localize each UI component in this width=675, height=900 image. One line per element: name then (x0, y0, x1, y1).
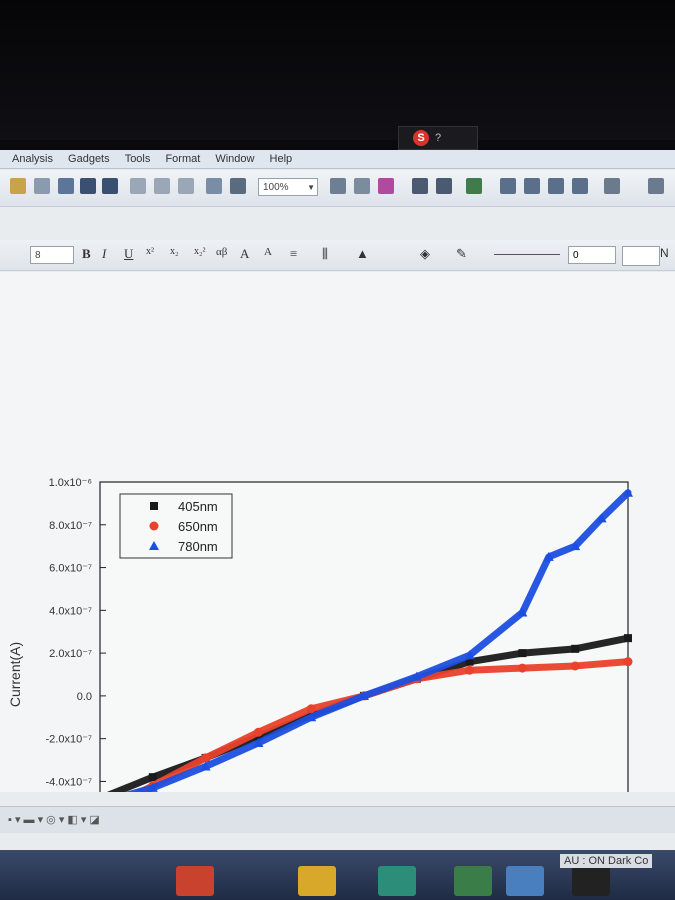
recalculate-icon[interactable] (206, 178, 222, 194)
add-column-icon[interactable] (604, 178, 620, 194)
decrease-font-button[interactable]: A (264, 246, 272, 258)
legend-label: 780nm (178, 539, 218, 554)
supsub-button[interactable]: x₂² (194, 246, 205, 257)
y-tick-label: -4.0x10⁻⁷ (46, 776, 92, 788)
graph-page[interactable]: 1.0x10⁻⁶ 8.0x10⁻⁷ 6.0x10⁻⁷ 4.0x10⁻⁷ 2.0x10⁻⁷… (0, 272, 675, 888)
help-icon[interactable]: ? (435, 132, 441, 144)
legend-marker (149, 521, 159, 531)
zoom-select[interactable]: 100% ▼ (258, 178, 318, 196)
legend-label: 405nm (178, 499, 218, 514)
y-tick-label: 8.0x10⁻⁷ (49, 520, 92, 532)
y-tick-label: 6.0x10⁻⁷ (49, 563, 92, 575)
data-point (201, 753, 211, 763)
new-layout-icon[interactable] (412, 178, 428, 194)
greek-button[interactable]: αβ (216, 246, 227, 258)
add-layer-icon[interactable] (572, 178, 588, 194)
code-builder-icon[interactable] (548, 178, 564, 194)
n-label: N (660, 246, 669, 260)
taskbar-app-icon[interactable] (176, 866, 214, 896)
taskbar-app-icon[interactable] (454, 866, 492, 896)
standard-toolbar: 100% ▼ (0, 170, 675, 207)
zoom-value: 100% (263, 182, 289, 193)
results-log-icon[interactable] (500, 178, 516, 194)
qq-icon[interactable] (572, 866, 610, 896)
taskbar-app-icon[interactable] (506, 866, 544, 896)
menu-tools[interactable]: Tools (125, 150, 151, 168)
font-color-icon[interactable]: ▲ (356, 246, 369, 262)
align-icon[interactable]: ≡ (290, 246, 297, 262)
import-multiple-icon[interactable] (154, 178, 170, 194)
print-icon[interactable] (330, 178, 346, 194)
line-color-icon[interactable]: ✎ (456, 246, 467, 262)
menu-help[interactable]: Help (270, 150, 293, 168)
menu-bar: Analysis Gadgets Tools Format Window Hel… (0, 150, 675, 169)
menu-window[interactable]: Window (215, 150, 254, 168)
increase-font-button[interactable]: A (240, 246, 249, 262)
iv-curve-chart: 1.0x10⁻⁶ 8.0x10⁻⁷ 6.0x10⁻⁷ 4.0x10⁻⁷ 2.0x10⁻⁷… (7, 477, 633, 888)
italic-button[interactable]: I (102, 246, 106, 262)
legend-label: 650nm (178, 519, 218, 534)
worksheet-icon[interactable] (436, 178, 452, 194)
open-excel-icon[interactable] (58, 178, 74, 194)
open-template-icon[interactable] (34, 178, 50, 194)
copy-page-icon[interactable] (354, 178, 370, 194)
line-width-select[interactable]: 0 (568, 246, 616, 264)
superscript-button[interactable]: x² (146, 246, 154, 257)
subscript-button[interactable]: x₂ (170, 246, 179, 257)
status-text: AU : ON Dark Co (560, 854, 653, 868)
menu-analysis[interactable]: Analysis (12, 150, 53, 168)
font-size-value: 8 (35, 250, 41, 261)
column-align-icon[interactable]: ⫼ (322, 246, 328, 262)
data-point (623, 657, 633, 667)
taskbar-app-icon[interactable] (378, 866, 416, 896)
save-icon[interactable] (80, 178, 96, 194)
y-axis-label: Current(A) (7, 642, 23, 707)
menu-gadgets[interactable]: Gadgets (68, 150, 110, 168)
run-icon[interactable] (230, 178, 246, 194)
data-point (253, 727, 263, 737)
data-point (570, 661, 580, 671)
line-width-value: 0 (573, 250, 579, 261)
data-point (465, 665, 475, 675)
data-point (148, 773, 157, 782)
y-tick-label: 2.0x10⁻⁷ (49, 648, 92, 660)
data-point (517, 663, 527, 673)
grid-icon[interactable] (648, 178, 664, 194)
command-window-icon[interactable] (524, 178, 540, 194)
menu-format[interactable]: Format (165, 150, 200, 168)
taskbar-app-icon[interactable] (298, 866, 336, 896)
chevron-down-icon: ▼ (307, 183, 315, 192)
application-window: Analysis Gadgets Tools Format Window Hel… (0, 150, 675, 900)
fill-color-icon[interactable]: ◈ (420, 246, 430, 262)
drawing-toolbar: ▪ ▾ ▬ ▾ ◎ ▾ ◧ ▾ ◪ (0, 806, 675, 833)
font-size-select[interactable]: 8 (30, 246, 74, 264)
export-graph-icon[interactable] (378, 178, 394, 194)
data-point (306, 704, 316, 714)
underline-button[interactable]: U (124, 246, 133, 262)
open-folder-icon[interactable] (10, 178, 26, 194)
y-tick-label: 0.0 (77, 691, 92, 703)
mini-toolbar-icons[interactable]: ▪ ▾ ▬ ▾ ◎ ▾ ◧ ▾ ◪ (8, 813, 100, 826)
data-point (571, 644, 580, 653)
sogou-icon: S (413, 130, 429, 146)
y-tick-label: -2.0x10⁻⁷ (46, 734, 92, 746)
project-explorer-icon[interactable] (466, 178, 482, 194)
y-tick-label: 1.0x10⁻⁶ (49, 477, 92, 489)
legend-marker (150, 502, 158, 510)
import-wizard-icon[interactable] (178, 178, 194, 194)
line-style-select[interactable] (494, 254, 560, 255)
data-point (518, 649, 527, 658)
input-method-badge[interactable]: S ? (398, 126, 478, 150)
import-icon[interactable] (130, 178, 146, 194)
y-tick-label: 4.0x10⁻⁷ (49, 605, 92, 617)
monitor-bezel (0, 0, 675, 140)
save-template-icon[interactable] (102, 178, 118, 194)
color-picker[interactable] (622, 246, 660, 266)
bold-button[interactable]: B (82, 246, 91, 262)
data-point (624, 634, 632, 643)
